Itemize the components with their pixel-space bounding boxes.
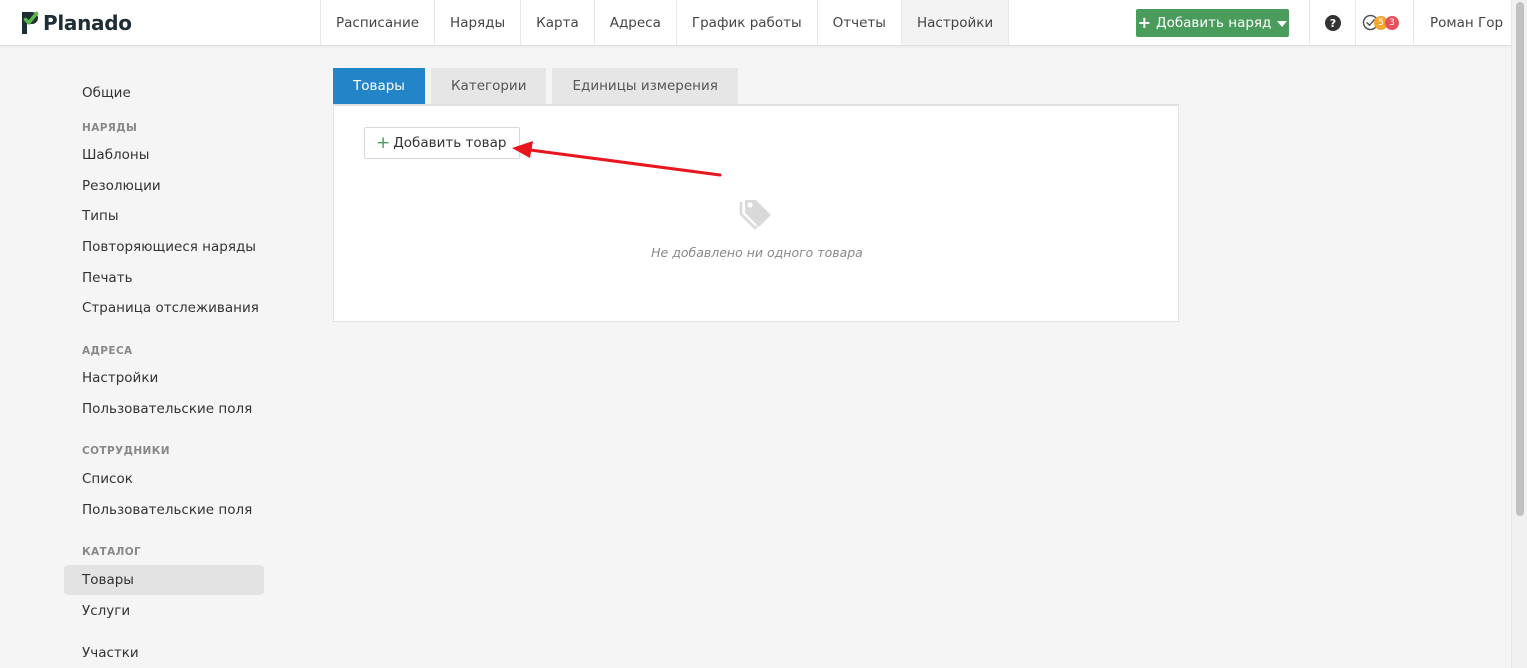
scrollbar-thumb[interactable]: [1516, 2, 1524, 516]
sidebar-item-address-settings[interactable]: Настройки: [64, 363, 264, 393]
sidebar-item-general[interactable]: Общие: [64, 78, 264, 108]
nav-item-schedule[interactable]: Расписание: [320, 0, 434, 45]
sidebar-item-staff-custom-fields[interactable]: Пользовательские поля: [64, 495, 264, 525]
nav-item-work-schedule[interactable]: График работы: [675, 0, 817, 45]
empty-state-text: Не добавлено ни одного товара: [651, 245, 863, 260]
nav-item-label: Адреса: [609, 14, 661, 31]
nav-item-orders[interactable]: Наряды: [434, 0, 520, 45]
app-name: Planado: [43, 11, 132, 35]
tab-categories[interactable]: Категории: [430, 68, 547, 104]
nav-item-reports[interactable]: Отчеты: [816, 0, 901, 45]
nav-item-addresses[interactable]: Адреса: [593, 0, 676, 45]
add-product-button[interactable]: + Добавить товар: [364, 127, 521, 159]
sidebar-item-tracking-page[interactable]: Страница отслеживания: [64, 293, 264, 323]
add-product-label: Добавить товар: [393, 135, 507, 151]
tab-label: Товары: [353, 78, 405, 94]
sidebar-item-print[interactable]: Печать: [64, 263, 264, 293]
sidebar-item-products[interactable]: Товары: [64, 565, 264, 595]
catalog-tabs: Товары Категории Единицы измерения: [333, 68, 744, 104]
notifications-button[interactable]: 5 3: [1362, 14, 1399, 31]
sidebar-section-orders: НАРЯДЫ: [82, 122, 138, 134]
sidebar-item-staff-list[interactable]: Список: [64, 464, 264, 494]
nav-item-label: Настройки: [916, 14, 994, 31]
nav-item-label: Карта: [536, 14, 579, 31]
sidebar-item-services[interactable]: Услуги: [64, 596, 264, 626]
sidebar-item-areas[interactable]: Участки: [64, 638, 264, 668]
plus-icon: +: [1137, 13, 1152, 32]
tab-label: Единицы измерения: [572, 78, 718, 94]
top-navbar: Planado Расписание Наряды Карта Адреса Г…: [0, 0, 1511, 46]
add-order-button[interactable]: + Добавить наряд: [1136, 9, 1289, 37]
divider: [1309, 0, 1310, 45]
products-panel: + Добавить товар Не добавлено ни одного …: [333, 104, 1179, 322]
sidebar-item-address-custom-fields[interactable]: Пользовательские поля: [64, 394, 264, 424]
user-menu[interactable]: Роман Гор: [1430, 15, 1503, 31]
nav-item-label: Расписание: [336, 14, 420, 31]
nav-item-settings[interactable]: Настройки: [900, 0, 1010, 45]
sidebar-section-staff: СОТРУДНИКИ: [82, 445, 170, 457]
plus-icon: +: [376, 132, 391, 153]
sidebar-section-addresses: АДРЕСА: [82, 345, 133, 357]
question-circle-icon[interactable]: ?: [1325, 15, 1341, 31]
divider: [1355, 0, 1356, 45]
add-order-label: Добавить наряд: [1156, 15, 1272, 31]
tags-icon: [739, 200, 771, 230]
sidebar-item-recurring-orders[interactable]: Повторяющиеся наряды: [64, 232, 264, 262]
divider: [1413, 0, 1414, 45]
tab-label: Категории: [450, 78, 527, 94]
sidebar-section-catalog: КАТАЛОГ: [82, 546, 142, 558]
tab-units[interactable]: Единицы измерения: [552, 68, 738, 104]
sidebar-item-types[interactable]: Типы: [64, 201, 264, 231]
caret-down-icon: [1277, 21, 1288, 27]
app-logo[interactable]: Planado: [18, 9, 132, 37]
help-label: ?: [1329, 16, 1337, 30]
notification-badge-red: 3: [1385, 15, 1399, 30]
sidebar-item-templates[interactable]: Шаблоны: [64, 140, 264, 170]
nav-item-label: Отчеты: [832, 14, 886, 31]
page-scrollbar[interactable]: [1511, 0, 1527, 668]
nav-item-label: Наряды: [450, 14, 506, 31]
tab-products[interactable]: Товары: [333, 68, 425, 104]
planado-logo-icon: [22, 11, 39, 34]
nav-item-map[interactable]: Карта: [520, 0, 594, 45]
main-nav: Расписание Наряды Карта Адреса График ра…: [320, 0, 1010, 45]
nav-item-label: График работы: [691, 14, 802, 31]
sidebar-item-resolutions[interactable]: Резолюции: [64, 171, 264, 201]
